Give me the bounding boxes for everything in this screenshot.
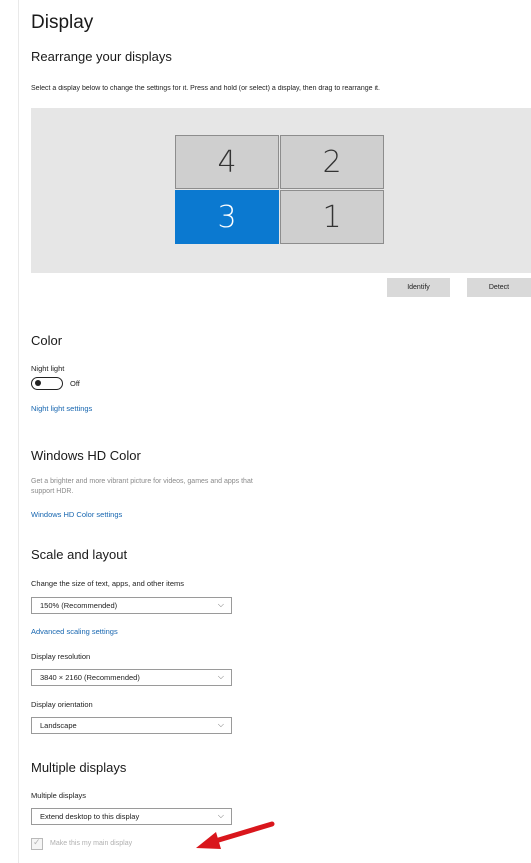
rearrange-instruction: Select a display below to change the set… (31, 85, 380, 92)
chevron-down-icon: ⌵ (217, 600, 224, 609)
color-heading: Color (31, 333, 63, 348)
night-light-toggle[interactable] (31, 377, 63, 390)
rearrange-heading: Rearrange your displays (31, 49, 172, 64)
scale-dropdown-value: 150% (Recommended) (40, 601, 118, 610)
night-light-settings-link[interactable]: Night light settings (31, 404, 92, 413)
advanced-scaling-link[interactable]: Advanced scaling settings (31, 627, 118, 636)
display-tile-3[interactable]: 3 (175, 190, 279, 244)
main-display-checkbox[interactable]: ✓ (31, 837, 43, 850)
size-label: Change the size of text, apps, and other… (31, 579, 185, 588)
display-arrangement-area: 4 2 3 1 (31, 108, 531, 273)
orientation-dropdown-value: Landscape (40, 721, 77, 730)
orientation-dropdown[interactable]: Landscape ⌵ (31, 717, 232, 734)
scale-heading: Scale and layout (31, 547, 128, 562)
display-settings-page: Display Rearrange your displays Select a… (0, 0, 531, 863)
hd-color-heading: Windows HD Color (31, 448, 141, 463)
chevron-down-icon: ⌵ (217, 720, 224, 729)
night-light-label: Night light (31, 364, 65, 373)
night-light-state: Off (70, 379, 80, 388)
hd-color-description-line2: support HDR. (31, 488, 74, 495)
display-tile-1[interactable]: 1 (280, 190, 384, 244)
detect-button[interactable]: Detect (467, 278, 531, 297)
multiple-displays-dropdown-value: Extend desktop to this display (40, 812, 140, 821)
checkmark-icon: ✓ (33, 837, 41, 847)
chevron-down-icon: ⌵ (217, 672, 224, 681)
page-title: Display (31, 12, 94, 33)
resolution-label: Display resolution (31, 652, 91, 661)
multiple-displays-label: Multiple displays (31, 791, 87, 800)
main-display-label: Make this my main display (50, 840, 133, 847)
identify-button[interactable]: Identify (387, 278, 450, 297)
hd-color-settings-link[interactable]: Windows HD Color settings (31, 510, 122, 519)
display-tile-2[interactable]: 2 (280, 135, 384, 189)
resolution-dropdown[interactable]: 3840 × 2160 (Recommended) ⌵ (31, 669, 232, 686)
red-arrow-annotation (196, 821, 275, 849)
left-pane-divider (18, 0, 19, 863)
display-tile-4[interactable]: 4 (175, 135, 279, 189)
scale-dropdown[interactable]: 150% (Recommended) ⌵ (31, 597, 232, 614)
toggle-knob (35, 380, 41, 386)
hd-color-description-line1: Get a brighter and more vibrant picture … (31, 478, 253, 485)
resolution-dropdown-value: 3840 × 2160 (Recommended) (40, 673, 140, 682)
multiple-displays-heading: Multiple displays (31, 760, 127, 775)
orientation-label: Display orientation (31, 700, 93, 709)
